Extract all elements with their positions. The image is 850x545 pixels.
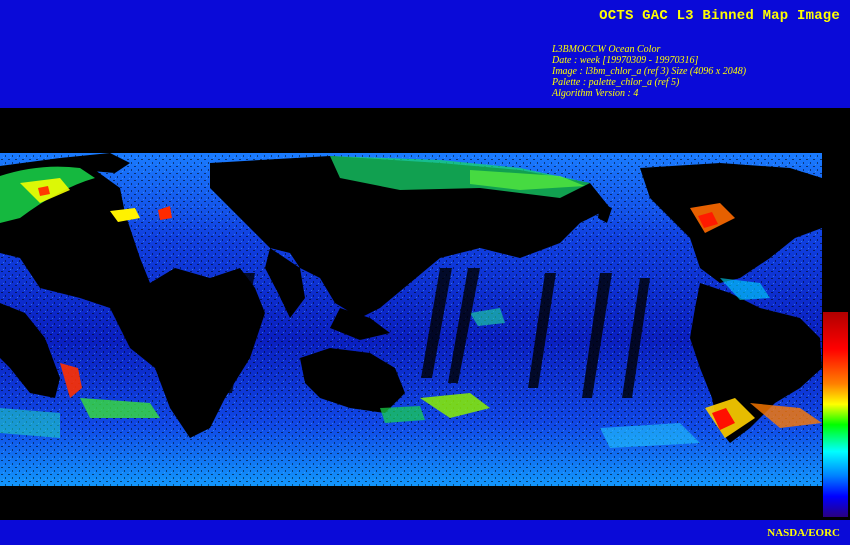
metadata-palette: Palette : palette_chlor_a (ref 5) — [552, 77, 680, 88]
colorbar-svg — [823, 312, 848, 517]
metadata-image: Image : l3bm_chlor_a (ref 3) Size (4096 … — [552, 66, 747, 77]
chlorophyll-colorbar — [823, 312, 848, 517]
footer-banner: NASDA/EORC — [0, 520, 850, 545]
ocean-map-svg — [0, 108, 850, 520]
credit-label: NASDA/EORC — [767, 527, 840, 539]
metadata-algorithm: Algorithm Version : 4 — [552, 88, 639, 99]
header-banner: OCTS GAC L3 Binned Map Image L3BMOCCW Oc… — [0, 0, 850, 108]
chlorophyll-map — [0, 108, 850, 520]
metadata-date: Date : week [19970309 - 19970316] — [552, 55, 699, 66]
metadata-block: L3BMOCCW Ocean Color Date : week [199703… — [552, 44, 746, 99]
colorbar-gradient — [823, 312, 848, 517]
map-title: OCTS GAC L3 Binned Map Image — [599, 8, 840, 24]
north-polar-nodata — [0, 108, 850, 153]
metadata-product: L3BMOCCW Ocean Color — [552, 44, 661, 55]
